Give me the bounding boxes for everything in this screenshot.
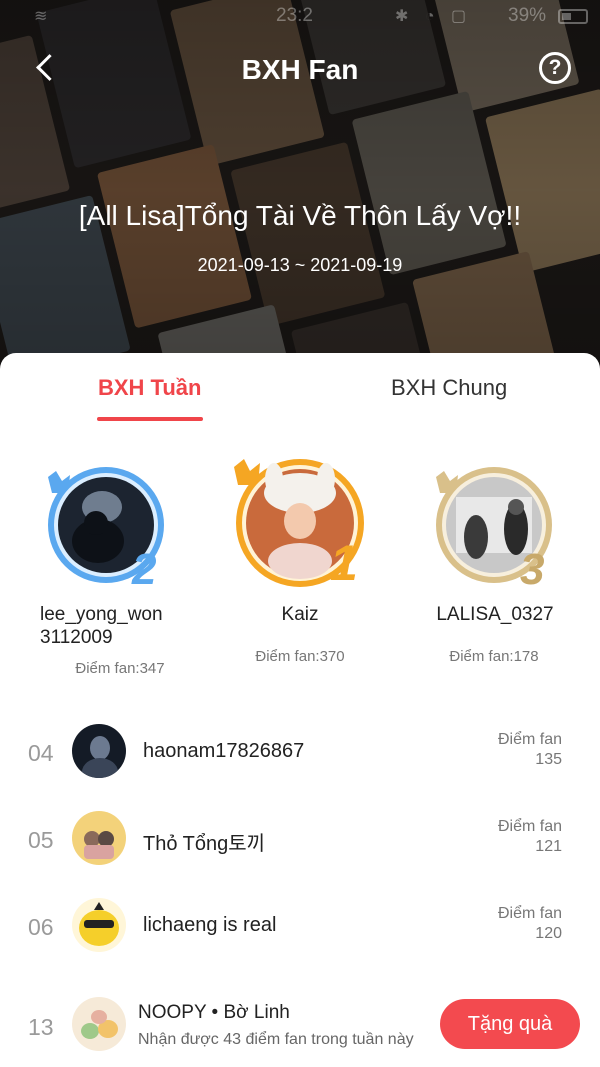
status-bar: ≋ 23:2 ✱ ◔ ▢ 39% xyxy=(0,0,600,32)
book-title: [All Lisa]Tổng Tài Về Thôn Lấy Vợ!! xyxy=(78,200,522,231)
ranking-row[interactable]: 05 Thỏ Tổng토끼 Điểm fan 121 xyxy=(0,811,600,881)
rank-badge-2: 2 xyxy=(132,545,157,594)
podium-username: lee_yong_won 3112009 xyxy=(40,604,163,648)
rank-number: 05 xyxy=(28,827,54,853)
my-rank-row: 13 NOOPY • Bờ Linh Nhận được 43 điểm fan… xyxy=(0,994,600,1060)
status-icons: ✱ ◔ ▢ xyxy=(395,8,473,25)
battery-percent: 39% xyxy=(508,5,547,26)
score-label: Điểm fan xyxy=(497,905,562,922)
podium-score: Điểm fan:178 xyxy=(449,648,539,665)
page-title: BXH Fan xyxy=(241,54,359,85)
score-label: Điểm fan xyxy=(497,731,562,748)
rank-number: 06 xyxy=(28,914,54,940)
podium-username: LALISA_0327 xyxy=(436,604,554,625)
score-label: Điểm fan xyxy=(497,818,562,835)
rank-badge-3: 3 xyxy=(520,545,545,594)
username: haonam17826867 xyxy=(143,740,305,762)
username: Thỏ Tổng토끼 xyxy=(143,833,266,855)
podium-score: Điểm fan:370 xyxy=(255,648,345,665)
tab-weekly[interactable]: BXH Tuần xyxy=(98,375,201,401)
my-weekly-points: Nhận được 43 điểm fan trong tuần này xyxy=(138,1031,414,1048)
date-range: 2021-09-13 ~ 2021-09-19 xyxy=(197,255,403,275)
avatar xyxy=(72,724,126,778)
header-banner: ≋ 23:2 ✱ ◔ ▢ 39% BXH Fan ? [All Lisa]Tổn… xyxy=(0,0,600,380)
score-value: 121 xyxy=(535,838,562,855)
avatar xyxy=(72,898,126,952)
podium-score: Điểm fan:347 xyxy=(75,660,165,677)
question-circle-icon: ? xyxy=(548,56,562,79)
score-value: 135 xyxy=(535,751,562,768)
rank-badge-1: 1 xyxy=(330,535,358,591)
my-avatar xyxy=(72,997,126,1051)
status-time: 23:2 xyxy=(276,5,313,26)
help-button[interactable]: ? xyxy=(539,52,571,84)
score-value: 120 xyxy=(535,925,562,942)
wifi-icon: ≋ xyxy=(34,8,48,25)
podium-username: Kaiz xyxy=(281,604,319,625)
active-tab-indicator xyxy=(97,417,203,421)
avatar xyxy=(72,811,126,865)
ranking-row[interactable]: 06 lichaeng is real Điểm fan 120 xyxy=(0,898,600,968)
ranking-row[interactable]: 04 haonam17826867 Điểm fan 135 xyxy=(0,724,600,794)
my-username: NOOPY • Bờ Linh xyxy=(138,1002,290,1023)
username: lichaeng is real xyxy=(143,914,277,936)
send-gift-button[interactable]: Tặng quà xyxy=(440,999,580,1049)
rank-number: 04 xyxy=(28,740,54,766)
tab-overall[interactable]: BXH Chung xyxy=(391,375,507,401)
my-rank-number: 13 xyxy=(28,1014,54,1040)
battery-icon xyxy=(558,9,588,24)
